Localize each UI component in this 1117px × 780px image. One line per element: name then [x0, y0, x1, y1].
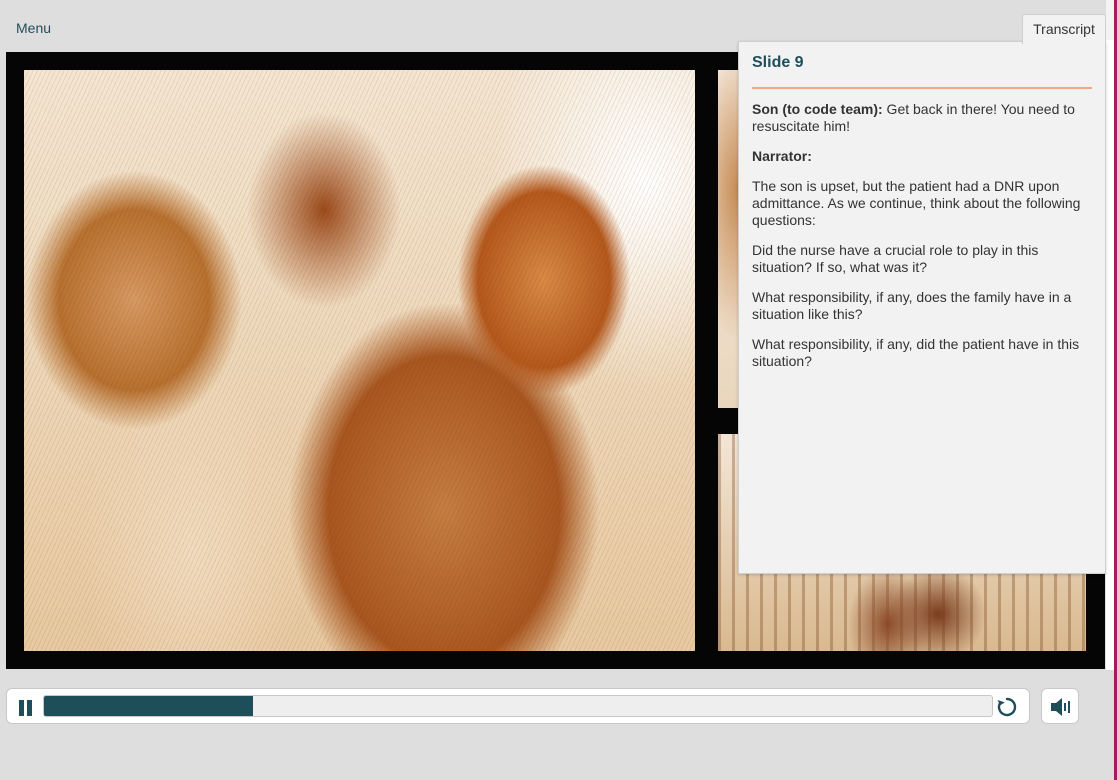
sketch-texture	[24, 70, 695, 651]
transcript-text: What responsibility, if any, did the pat…	[752, 336, 1080, 369]
seek-progress	[44, 696, 253, 716]
transcript-paragraph: Did the nurse have a crucial role to pla…	[752, 242, 1092, 276]
transcript-paragraph: Son (to code team): Get back in there! Y…	[752, 101, 1092, 135]
volume-button[interactable]	[1041, 688, 1079, 724]
menu-button[interactable]: Menu	[8, 16, 59, 40]
seek-bar[interactable]	[43, 695, 993, 717]
transcript-slide-title: Slide 9	[752, 54, 1092, 89]
transcript-tab[interactable]: Transcript	[1022, 14, 1106, 44]
transcript-text: What responsibility, if any, does the fa…	[752, 289, 1072, 322]
transcript-body: Son (to code team): Get back in there! Y…	[752, 101, 1092, 370]
pause-button[interactable]	[17, 698, 35, 716]
pause-icon	[19, 700, 24, 716]
volume-icon	[1051, 698, 1070, 716]
transcript-paragraph: The son is upset, but the patient had a …	[752, 178, 1092, 229]
replay-button[interactable]	[995, 695, 1019, 719]
transcript-speaker: Narrator:	[752, 148, 812, 164]
transcript-text: The son is upset, but the patient had a …	[752, 178, 1081, 228]
transcript-speaker: Son (to code team):	[752, 101, 883, 117]
slide-image-nurse-and-son	[24, 70, 695, 651]
replay-icon	[997, 697, 1017, 717]
transcript-panel: Slide 9 Son (to code team): Get back in …	[738, 41, 1106, 574]
transcript-paragraph: What responsibility, if any, does the fa…	[752, 289, 1092, 323]
pause-icon	[27, 700, 32, 716]
window-edge	[1106, 0, 1117, 780]
transcript-paragraph: Narrator:	[752, 148, 1092, 165]
playbar	[6, 688, 1030, 724]
transcript-paragraph: What responsibility, if any, did the pat…	[752, 336, 1092, 370]
transcript-text: Did the nurse have a crucial role to pla…	[752, 242, 1039, 275]
